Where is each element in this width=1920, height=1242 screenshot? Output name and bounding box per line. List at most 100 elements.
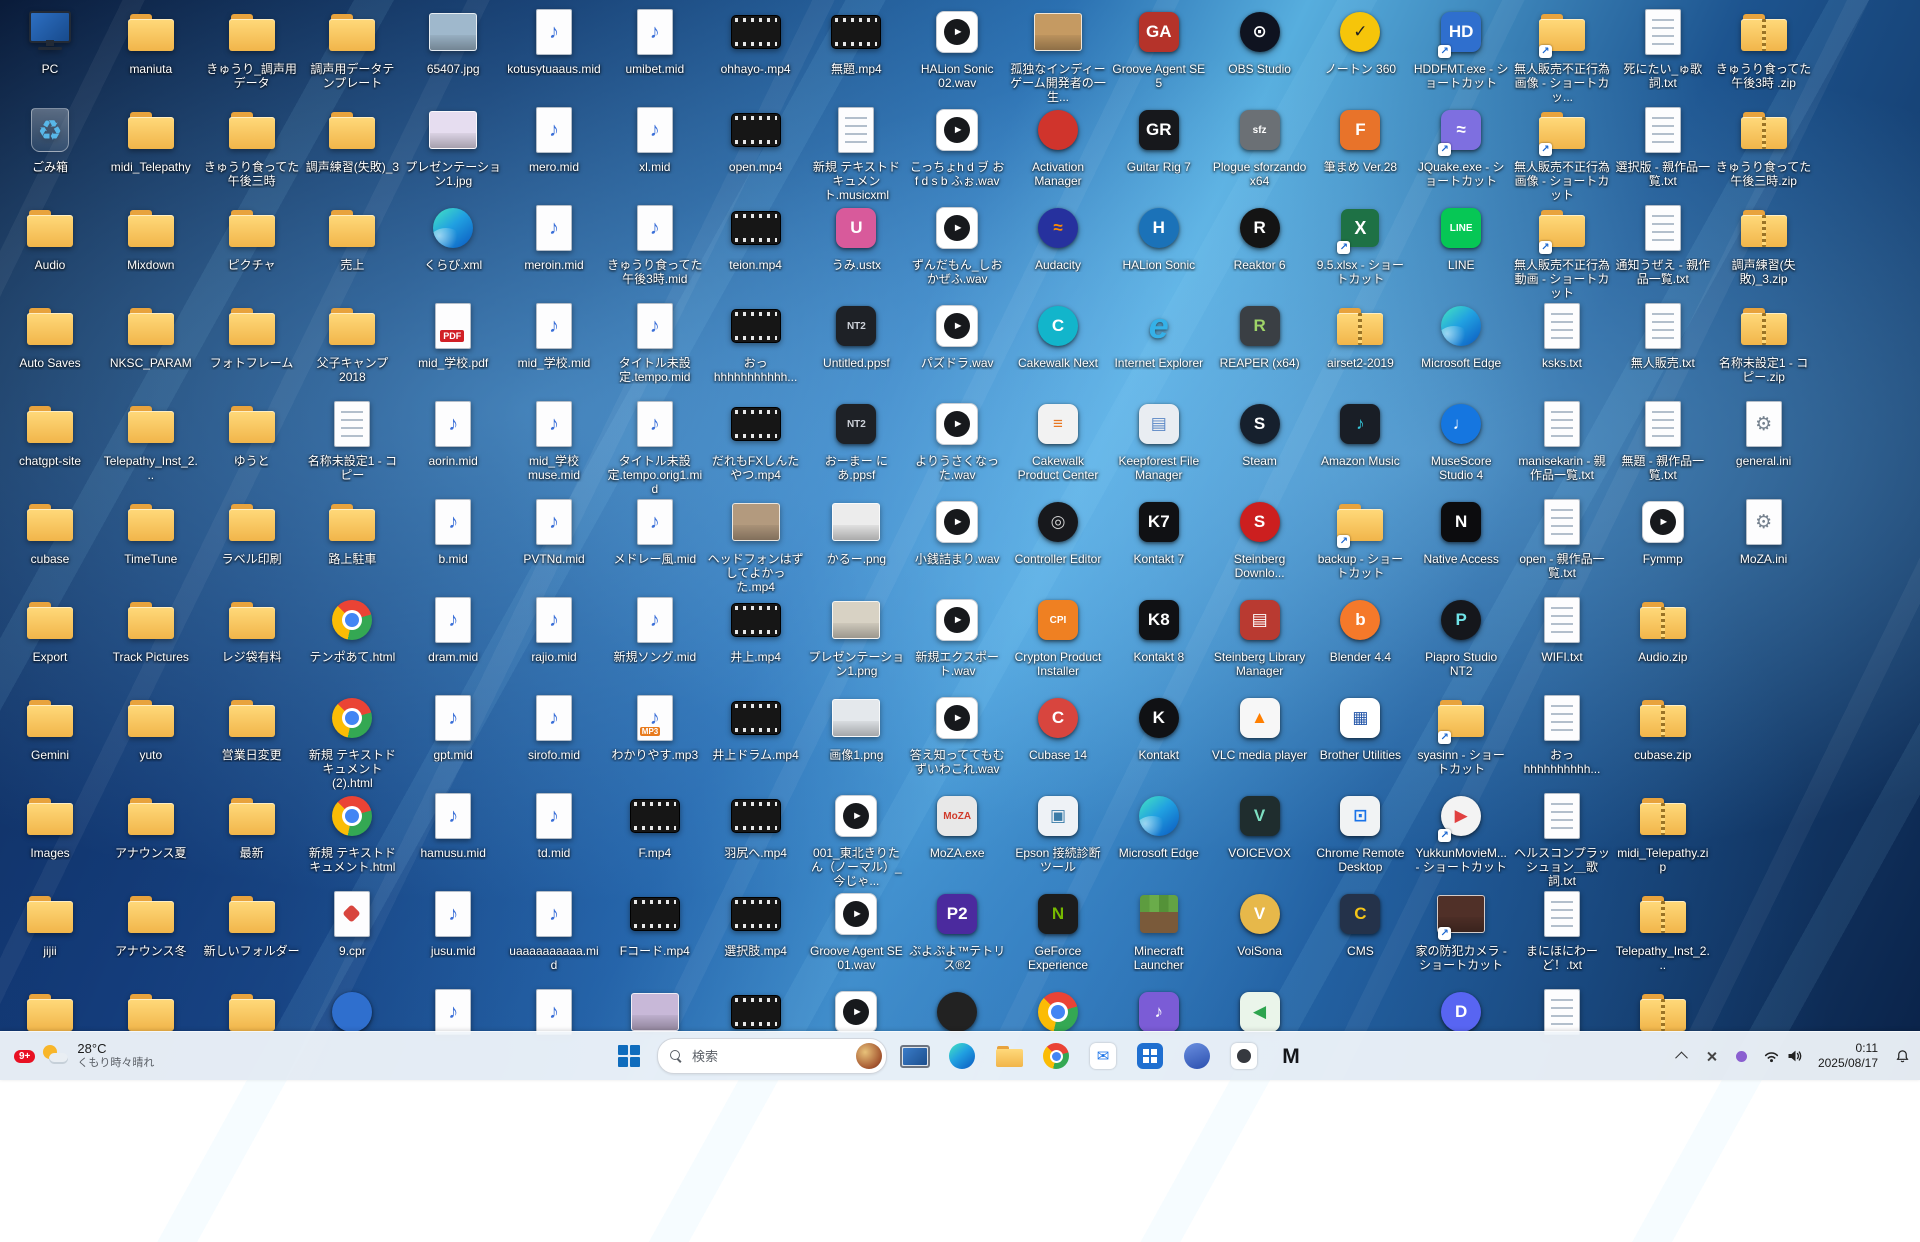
desktop-icon[interactable]: HD↗HDDFMT.exe - ショートカット: [1411, 0, 1511, 96]
desktop-icon[interactable]: ♪hamusu.mid: [403, 784, 503, 880]
desktop-icon[interactable]: ♪umibet.mid: [605, 0, 705, 96]
desktop-icon[interactable]: ♪新規ソング.mid: [605, 588, 705, 684]
desktop-icon[interactable]: フォトフレーム: [202, 294, 302, 390]
desktop-icon[interactable]: RREAPER (x64): [1210, 294, 1310, 390]
desktop-icon[interactable]: ♪MP3わかりやす.mp3: [605, 686, 705, 782]
desktop-icon[interactable]: 孤独なインディーゲーム開発者の一生...: [1008, 0, 1108, 96]
desktop-icon[interactable]: GAGroove Agent SE 5: [1109, 0, 1209, 96]
desktop-icon[interactable]: ⊙OBS Studio: [1210, 0, 1310, 96]
taskbar-chrome-icon[interactable]: [1036, 1036, 1076, 1076]
desktop-icon[interactable]: ⚙general.ini: [1714, 392, 1814, 488]
desktop-icon[interactable]: ♪uaaaaaaaaaa.mid: [504, 882, 604, 978]
desktop-icon[interactable]: 通知うぜえ - 親作品一覧.txt: [1613, 196, 1713, 292]
desktop-icon[interactable]: ⚙MoZA.ini: [1714, 490, 1814, 586]
desktop-icon[interactable]: 無題 - 親作品一覧.txt: [1613, 392, 1713, 488]
desktop[interactable]: PCmaniutaきゅうり_調声用データ調声用データテンプレート65407.jp…: [0, 0, 1920, 1080]
tray-chevron-up-icon[interactable]: [1668, 1036, 1696, 1076]
desktop-icon[interactable]: 最新: [202, 784, 302, 880]
network-volume-button[interactable]: [1758, 1036, 1808, 1076]
desktop-icon[interactable]: ►よりうさくなった.wav: [907, 392, 1007, 488]
desktop-icon[interactable]: ►小銭詰まり.wav: [907, 490, 1007, 586]
desktop-icon[interactable]: ►Groove Agent SE 01.wav: [806, 882, 906, 978]
desktop-icon[interactable]: 新規 テキストドキュメント.musicxml: [806, 98, 906, 194]
desktop-icon[interactable]: P2ぷよぷよ™テトリス®2: [907, 882, 1007, 978]
search-box[interactable]: [657, 1038, 887, 1074]
desktop-icon[interactable]: open.mp4: [706, 98, 806, 194]
desktop-icon[interactable]: SSteam: [1210, 392, 1310, 488]
desktop-icon[interactable]: CCMS: [1310, 882, 1410, 978]
desktop-icon[interactable]: yuto: [101, 686, 201, 782]
desktop-icon[interactable]: ►答え知っててもむずいわこれ.wav: [907, 686, 1007, 782]
desktop-icon[interactable]: ►ずんだもん_しおかぜふ.wav: [907, 196, 1007, 292]
desktop-icon[interactable]: おっhhhhhhhhhhh...: [706, 294, 806, 390]
desktop-icon[interactable]: ≈↗JQuake.exe - ショートカット: [1411, 98, 1511, 194]
desktop-icon[interactable]: 死にたい_ゅ歌詞.txt: [1613, 0, 1713, 96]
desktop-icon[interactable]: Images: [0, 784, 100, 880]
desktop-icon[interactable]: まにほにわーど！.txt: [1512, 882, 1612, 978]
desktop-icon[interactable]: ►こっちょh d ヺ お f d s b ふぉ.wav: [907, 98, 1007, 194]
desktop-icon[interactable]: 9.cpr: [302, 882, 402, 978]
desktop-icon[interactable]: だれもFXしんたやつ.mp4: [706, 392, 806, 488]
desktop-icon[interactable]: きゅうり食ってた午後三時.zip: [1714, 98, 1814, 194]
search-daily-image[interactable]: [856, 1043, 882, 1069]
desktop-icon[interactable]: プレゼンテーション1.jpg: [403, 98, 503, 194]
desktop-icon[interactable]: NT2Untitled.ppsf: [806, 294, 906, 390]
desktop-icon[interactable]: NKSC_PARAM: [101, 294, 201, 390]
desktop-icon[interactable]: NT2おーまー にあ.ppsf: [806, 392, 906, 488]
taskbar-edge-icon[interactable]: [942, 1036, 982, 1076]
desktop-icon[interactable]: GRGuitar Rig 7: [1109, 98, 1209, 194]
taskbar-discord-icon[interactable]: [1224, 1036, 1264, 1076]
clock[interactable]: 0:11 2025/08/17: [1810, 1036, 1886, 1076]
desktop-icon[interactable]: ♪sirofo.mid: [504, 686, 604, 782]
desktop-icon[interactable]: bBlender 4.4: [1310, 588, 1410, 684]
desktop-icon[interactable]: くらび.xml: [403, 196, 503, 292]
desktop-icon[interactable]: Microsoft Edge: [1109, 784, 1209, 880]
desktop-icon[interactable]: ♪Amazon Music: [1310, 392, 1410, 488]
desktop-icon[interactable]: Uうみ.ustx: [806, 196, 906, 292]
desktop-icon[interactable]: レジ袋有料: [202, 588, 302, 684]
desktop-icon[interactable]: 父子キャンプ2018: [302, 294, 402, 390]
desktop-icon[interactable]: 調声用データテンプレート: [302, 0, 402, 96]
desktop-icon[interactable]: ↗無人販売不正行為動画 - ショートカット: [1512, 196, 1612, 292]
desktop-icon[interactable]: cubase.zip: [1613, 686, 1713, 782]
search-input[interactable]: [690, 1048, 848, 1065]
desktop-icon[interactable]: ↗backup - ショートカット: [1310, 490, 1410, 586]
desktop-icon[interactable]: 無題.mp4: [806, 0, 906, 96]
tray-status-icon[interactable]: [1728, 1036, 1756, 1076]
desktop-icon[interactable]: HHALion Sonic: [1109, 196, 1209, 292]
desktop-icon[interactable]: X↗9.5.xlsx - ショートカット: [1310, 196, 1410, 292]
desktop-icon[interactable]: ♪td.mid: [504, 784, 604, 880]
desktop-icon[interactable]: VVoiSona: [1210, 882, 1310, 978]
desktop-icon[interactable]: ♪meroin.mid: [504, 196, 604, 292]
desktop-icon[interactable]: ►001_東北きりたん（ノーマル）_今じゃ...: [806, 784, 906, 880]
desktop-icon[interactable]: PDFmid_学校.pdf: [403, 294, 503, 390]
desktop-icon[interactable]: ♪mid_学校.mid: [504, 294, 604, 390]
desktop-icon[interactable]: ♪jusu.mid: [403, 882, 503, 978]
desktop-icon[interactable]: ♪xl.mid: [605, 98, 705, 194]
desktop-icon[interactable]: Audio.zip: [1613, 588, 1713, 684]
taskbar-m-icon[interactable]: M: [1271, 1036, 1311, 1076]
desktop-icon[interactable]: manisekarin - 親作品一覧.txt: [1512, 392, 1612, 488]
desktop-icon[interactable]: 選択肢.mp4: [706, 882, 806, 978]
desktop-icon[interactable]: おっhhhhhhhhhh...: [1512, 686, 1612, 782]
desktop-icon[interactable]: maniuta: [101, 0, 201, 96]
desktop-icon[interactable]: ▦Brother Utilities: [1310, 686, 1410, 782]
desktop-icon[interactable]: きゅうり食ってた午後三時: [202, 98, 302, 194]
desktop-icon[interactable]: midi_Telepathy: [101, 98, 201, 194]
desktop-icon[interactable]: Telepathy_Inst_2...: [101, 392, 201, 488]
desktop-icon[interactable]: ▤Keepforest File Manager: [1109, 392, 1209, 488]
desktop-icon[interactable]: Fコード.mp4: [605, 882, 705, 978]
start-button[interactable]: [609, 1036, 649, 1076]
taskbar-teams-icon[interactable]: [1177, 1036, 1217, 1076]
desktop-icon[interactable]: アナウンス夏: [101, 784, 201, 880]
desktop-icon[interactable]: ラベル印刷: [202, 490, 302, 586]
desktop-icon[interactable]: CCakewalk Next: [1008, 294, 1108, 390]
desktop-icon[interactable]: ♪mero.mid: [504, 98, 604, 194]
desktop-icon[interactable]: PC: [0, 0, 100, 96]
taskbar-mail-icon[interactable]: ✉: [1083, 1036, 1123, 1076]
desktop-icon[interactable]: ♻ごみ箱: [0, 98, 100, 194]
desktop-icon[interactable]: RReaktor 6: [1210, 196, 1310, 292]
desktop-icon[interactable]: 選択版 - 親作品一覧.txt: [1613, 98, 1713, 194]
desktop-icon[interactable]: KKontakt: [1109, 686, 1209, 782]
desktop-icon[interactable]: 路上駐車: [302, 490, 402, 586]
